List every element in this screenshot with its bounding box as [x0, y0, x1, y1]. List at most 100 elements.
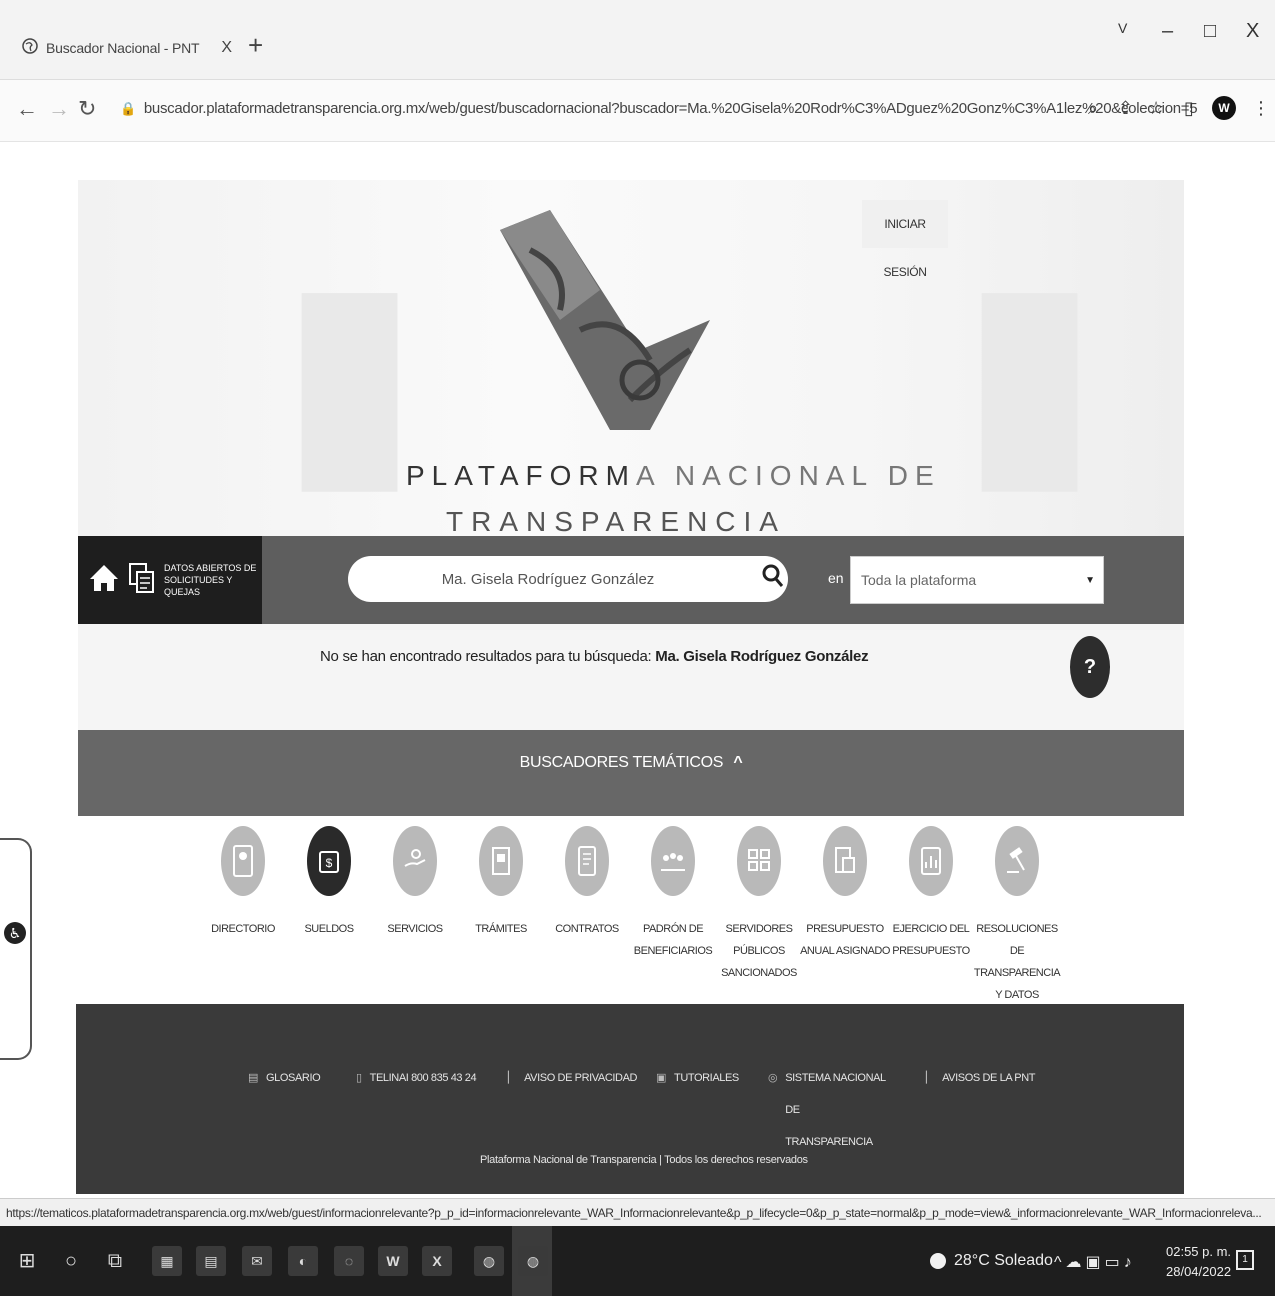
tab-title: Buscador Nacional - PNT: [46, 40, 200, 56]
profile-avatar[interactable]: W: [1212, 96, 1236, 120]
no-results-prefix: No se han encontrado resultados para tu …: [320, 648, 652, 665]
thematic-servidores[interactable]: SERVIDORES PÚBLICOS SANCIONADOS: [712, 826, 806, 984]
home-label-line2: SOLICITUDES Y QUEJAS: [164, 575, 233, 597]
thematic-directorio[interactable]: DIRECTORIO: [196, 826, 290, 940]
footer-link-label: TUTORIALES: [674, 1072, 739, 1084]
url-field[interactable]: 🔒 buscador.plataformadetransparencia.org…: [120, 100, 1198, 117]
help-button[interactable]: ?: [1070, 636, 1110, 698]
directory-icon: [221, 826, 265, 896]
thematic-label: PADRÓN DE BENEFICIARIOS: [633, 923, 713, 957]
tab-search-button[interactable]: V: [1118, 20, 1127, 36]
thematic-servicios[interactable]: SERVICIOS: [368, 826, 462, 940]
chrome-profile-icon[interactable]: ◍: [518, 1246, 548, 1276]
beneficiaries-icon: [651, 826, 695, 896]
notifications-icon[interactable]: 1: [1236, 1250, 1254, 1270]
maximize-button[interactable]: □: [1204, 20, 1216, 43]
scope-connector-label: en: [828, 570, 844, 586]
footer-snt-link[interactable]: ◎ SISTEMA NACIONAL DE TRANSPARENCIA: [768, 1062, 888, 1158]
scope-selected-value: Toda la plataforma: [861, 572, 977, 588]
reload-icon[interactable]: ↻: [78, 96, 96, 122]
search-input[interactable]: [348, 556, 788, 602]
accessibility-widget[interactable]: ♿: [0, 838, 32, 1060]
thematic-searchers: DIRECTORIO $ SUELDOS SERVICIOS TRÁMITES …: [196, 826, 1076, 1001]
zoom-icon[interactable]: ⌕: [1088, 98, 1098, 119]
url-text: buscador.plataformadetransparencia.org.m…: [143, 100, 1198, 117]
login-button[interactable]: INICIAR SESIÓN: [862, 200, 948, 279]
excel-icon[interactable]: X: [422, 1246, 452, 1276]
media-icon[interactable]: ◐: [288, 1246, 318, 1276]
thematic-label: SERVICIOS: [387, 923, 443, 935]
notice-icon: ▏: [926, 1072, 935, 1084]
back-arrow-icon[interactable]: ←: [16, 96, 38, 122]
mail-icon[interactable]: ✉: [242, 1246, 272, 1276]
tutorial-icon: ▣: [656, 1072, 666, 1084]
footer-tutorials-link[interactable]: ▣ TUTORIALES: [656, 1062, 739, 1094]
weather-text: 28°C Soleado: [954, 1252, 1053, 1269]
thematic-search-toggle[interactable]: BUSCADORES TEMÁTICOS ^: [78, 730, 1184, 816]
services-hand-icon: [393, 826, 437, 896]
budget-icon: [823, 826, 867, 896]
search-icon[interactable]: [762, 564, 784, 593]
thematic-padron[interactable]: PADRÓN DE BENEFICIARIOS: [626, 826, 720, 962]
home-open-data-link[interactable]: DATOS ABIERTOS DE SOLICITUDES Y QUEJAS: [78, 536, 262, 624]
browser-tabbar: Buscador Nacional - PNT X + V – □ X: [0, 0, 1275, 80]
store-icon[interactable]: ▤: [196, 1246, 226, 1276]
hero-ghost-shape: ▮: [278, 226, 422, 516]
system-tray-icons[interactable]: ^☁▣▭♪: [1054, 1252, 1136, 1272]
new-tab-button[interactable]: +: [248, 30, 263, 61]
thematic-label: RESOLUCIONES DE TRANSPARENCIA Y DATOS: [973, 923, 1061, 1001]
footer: ▤ GLOSARIO ▯ TELINAI 800 835 43 24 ▏ AVI…: [76, 1004, 1184, 1194]
brand-title: PLATAFORMA NACIONAL DE: [406, 460, 941, 492]
scope-select[interactable]: Toda la plataforma ▼: [850, 556, 1104, 604]
search-circle-icon[interactable]: ○: [56, 1246, 86, 1276]
thematic-label: CONTRATOS: [555, 923, 619, 935]
brand-subtitle: TRANSPARENCIA: [446, 506, 786, 536]
thematic-contratos[interactable]: CONTRATOS: [540, 826, 634, 940]
money-icon: $: [307, 826, 351, 896]
no-results-query: Ma. Gisela Rodríguez González: [655, 648, 869, 665]
task-view-icon[interactable]: ⧉: [100, 1246, 130, 1276]
thematic-ejercicio[interactable]: EJERCICIO DEL PRESUPUESTO: [884, 826, 978, 962]
file-explorer-icon[interactable]: ▦: [152, 1246, 182, 1276]
sanctioned-officials-icon: [737, 826, 781, 896]
footer-telinai-link[interactable]: ▯ TELINAI 800 835 43 24: [356, 1062, 477, 1094]
windows-start-icon[interactable]: ⊞: [12, 1246, 42, 1276]
menu-kebab-icon[interactable]: ⋮: [1252, 98, 1270, 119]
footer-glossary-link[interactable]: ▤ GLOSARIO: [248, 1062, 321, 1094]
thematic-sueldos[interactable]: $ SUELDOS: [282, 826, 376, 940]
globe-icon: [22, 37, 38, 59]
edge-icon[interactable]: ◌: [334, 1246, 364, 1276]
bookmark-star-icon[interactable]: ☆: [1148, 98, 1164, 119]
word-icon[interactable]: W: [378, 1246, 408, 1276]
taskbar-clock[interactable]: 02:55 p. m. 28/04/2022: [1166, 1242, 1231, 1282]
thematic-title: BUSCADORES TEMÁTICOS: [519, 754, 724, 771]
share-icon[interactable]: ⇪: [1118, 98, 1133, 119]
footer-link-label: SISTEMA NACIONAL DE TRANSPARENCIA: [785, 1072, 886, 1148]
close-window-button[interactable]: X: [1246, 20, 1259, 43]
lock-icon: 🔒: [120, 100, 136, 116]
book-icon: ▤: [248, 1072, 258, 1084]
footer-notices-link[interactable]: ▏ AVISOS DE LA PNT: [926, 1062, 1036, 1094]
results-area: No se han encontrado resultados para tu …: [78, 624, 1184, 730]
sun-icon: [930, 1253, 946, 1269]
footer-privacy-link[interactable]: ▏ AVISO DE PRIVACIDAD: [508, 1062, 637, 1094]
brand-title-part2: A NACIONAL DE: [635, 460, 941, 491]
thematic-presupuesto[interactable]: PRESUPUESTO ANUAL ASIGNADO: [798, 826, 892, 962]
thematic-resoluciones[interactable]: RESOLUCIONES DE TRANSPARENCIA Y DATOS: [970, 826, 1064, 1006]
thematic-label: SUELDOS: [304, 923, 354, 935]
weather-widget[interactable]: 28°C Soleado: [930, 1252, 1053, 1270]
clock-date: 28/04/2022: [1166, 1264, 1232, 1279]
forward-arrow-icon[interactable]: →: [48, 96, 70, 122]
thematic-tramites[interactable]: TRÁMITES: [454, 826, 548, 940]
gavel-icon: [995, 826, 1039, 896]
chrome-icon[interactable]: ◍: [474, 1246, 504, 1276]
accessibility-icon[interactable]: ♿: [4, 922, 26, 944]
sidepanel-icon[interactable]: ▯: [1184, 98, 1194, 119]
browser-tab[interactable]: Buscador Nacional - PNT X: [10, 22, 240, 74]
search-band: DATOS ABIERTOS DE SOLICITUDES Y QUEJAS e…: [78, 536, 1184, 624]
thematic-label: SERVIDORES PÚBLICOS SANCIONADOS: [721, 923, 797, 979]
tab-close-icon[interactable]: X: [221, 39, 232, 57]
thematic-label: PRESUPUESTO ANUAL ASIGNADO: [800, 923, 890, 957]
minimize-button[interactable]: –: [1162, 20, 1173, 43]
caret-down-icon: ▼: [1085, 574, 1095, 586]
